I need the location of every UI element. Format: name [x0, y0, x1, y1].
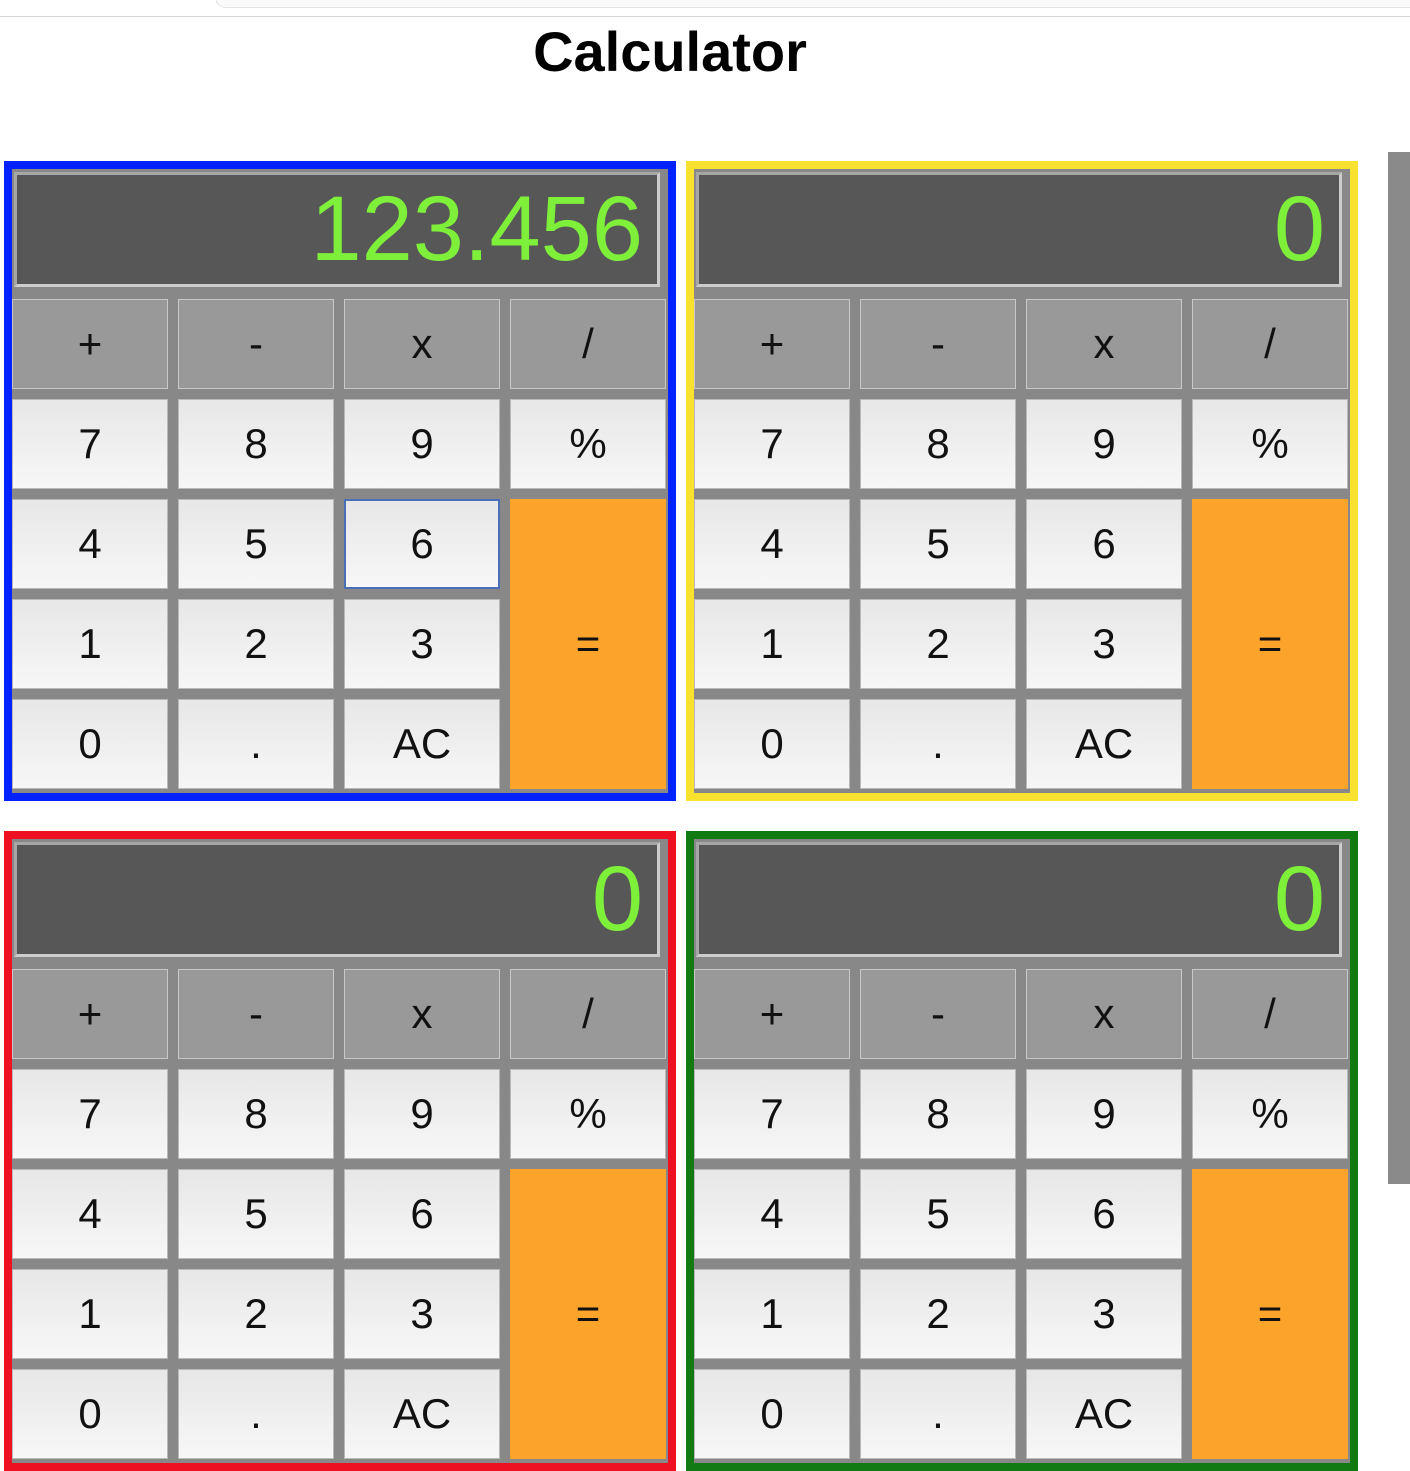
digit-3-button[interactable]: 3	[1026, 1269, 1182, 1359]
clear-button[interactable]: AC	[344, 1369, 500, 1459]
digit-9-button[interactable]: 9	[344, 399, 500, 489]
digit-0-button[interactable]: 0	[694, 699, 850, 789]
digit-5-button[interactable]: 5	[178, 499, 334, 589]
calculator-green: 0 + - x / 7 8 9 % 4 5 6 = 1 2 3 0 . AC	[686, 831, 1358, 1471]
keypad: + - x / 7 8 9 % 4 5 6 = 1 2 3 0 . AC	[694, 299, 1350, 793]
digit-4-button[interactable]: 4	[12, 499, 168, 589]
digit-0-button[interactable]: 0	[12, 699, 168, 789]
digit-8-button[interactable]: 8	[178, 399, 334, 489]
plus-button[interactable]: +	[694, 299, 850, 389]
address-bar[interactable]	[215, 0, 1410, 8]
digit-6-button[interactable]: 6	[1026, 499, 1182, 589]
equals-button[interactable]: =	[510, 1169, 666, 1459]
digit-6-button[interactable]: 6	[1026, 1169, 1182, 1259]
digit-2-button[interactable]: 2	[178, 599, 334, 689]
equals-button[interactable]: =	[1192, 499, 1348, 789]
digit-6-button[interactable]: 6	[344, 1169, 500, 1259]
digit-2-button[interactable]: 2	[860, 1269, 1016, 1359]
digit-5-button[interactable]: 5	[178, 1169, 334, 1259]
digit-1-button[interactable]: 1	[12, 1269, 168, 1359]
digit-0-button[interactable]: 0	[694, 1369, 850, 1459]
percent-button[interactable]: %	[510, 1069, 666, 1159]
multiply-button[interactable]: x	[1026, 299, 1182, 389]
minus-button[interactable]: -	[178, 299, 334, 389]
digit-3-button[interactable]: 3	[344, 1269, 500, 1359]
clear-button[interactable]: AC	[1026, 1369, 1182, 1459]
page-title: Calculator	[533, 20, 807, 83]
calculator-display: 123.456	[14, 172, 660, 287]
digit-1-button[interactable]: 1	[694, 599, 850, 689]
multiply-button[interactable]: x	[344, 969, 500, 1059]
minus-button[interactable]: -	[860, 299, 1016, 389]
minus-button[interactable]: -	[860, 969, 1016, 1059]
keypad: + - x / 7 8 9 % 4 5 6 = 1 2 3 0 . AC	[12, 299, 668, 793]
digit-7-button[interactable]: 7	[12, 399, 168, 489]
calculator-display: 0	[696, 172, 1342, 287]
digit-8-button[interactable]: 8	[860, 399, 1016, 489]
digit-5-button[interactable]: 5	[860, 1169, 1016, 1259]
keypad: + - x / 7 8 9 % 4 5 6 = 1 2 3 0 . AC	[694, 969, 1350, 1463]
multiply-button[interactable]: x	[344, 299, 500, 389]
minus-button[interactable]: -	[178, 969, 334, 1059]
digit-9-button[interactable]: 9	[1026, 399, 1182, 489]
calculator-blue: 123.456 + - x / 7 8 9 % 4 5 6 = 1 2 3 0 …	[4, 161, 676, 801]
keypad: + - x / 7 8 9 % 4 5 6 = 1 2 3 0 . AC	[12, 969, 668, 1463]
decimal-button[interactable]: .	[178, 1369, 334, 1459]
digit-9-button[interactable]: 9	[1026, 1069, 1182, 1159]
divide-button[interactable]: /	[510, 969, 666, 1059]
calculator-display: 0	[14, 842, 660, 957]
percent-button[interactable]: %	[1192, 1069, 1348, 1159]
calculator-yellow: 0 + - x / 7 8 9 % 4 5 6 = 1 2 3 0 . AC	[686, 161, 1358, 801]
digit-0-button[interactable]: 0	[12, 1369, 168, 1459]
digit-8-button[interactable]: 8	[178, 1069, 334, 1159]
calculator-red: 0 + - x / 7 8 9 % 4 5 6 = 1 2 3 0 . AC	[4, 831, 676, 1471]
divide-button[interactable]: /	[1192, 299, 1348, 389]
browser-top-bar	[0, 0, 1410, 17]
digit-7-button[interactable]: 7	[694, 399, 850, 489]
equals-button[interactable]: =	[1192, 1169, 1348, 1459]
percent-button[interactable]: %	[510, 399, 666, 489]
digit-1-button[interactable]: 1	[12, 599, 168, 689]
equals-button[interactable]: =	[510, 499, 666, 789]
clear-button[interactable]: AC	[1026, 699, 1182, 789]
decimal-button[interactable]: .	[860, 699, 1016, 789]
digit-4-button[interactable]: 4	[694, 499, 850, 589]
digit-7-button[interactable]: 7	[694, 1069, 850, 1159]
divide-button[interactable]: /	[510, 299, 666, 389]
digit-8-button[interactable]: 8	[860, 1069, 1016, 1159]
digit-2-button[interactable]: 2	[860, 599, 1016, 689]
digit-6-button[interactable]: 6	[344, 499, 500, 589]
digit-5-button[interactable]: 5	[860, 499, 1016, 589]
digit-4-button[interactable]: 4	[12, 1169, 168, 1259]
digit-4-button[interactable]: 4	[694, 1169, 850, 1259]
plus-button[interactable]: +	[12, 299, 168, 389]
clear-button[interactable]: AC	[344, 699, 500, 789]
decimal-button[interactable]: .	[860, 1369, 1016, 1459]
decimal-button[interactable]: .	[178, 699, 334, 789]
divide-button[interactable]: /	[1192, 969, 1348, 1059]
digit-3-button[interactable]: 3	[1026, 599, 1182, 689]
digit-2-button[interactable]: 2	[178, 1269, 334, 1359]
digit-7-button[interactable]: 7	[12, 1069, 168, 1159]
calculator-display: 0	[696, 842, 1342, 957]
digit-1-button[interactable]: 1	[694, 1269, 850, 1359]
digit-9-button[interactable]: 9	[344, 1069, 500, 1159]
digit-3-button[interactable]: 3	[344, 599, 500, 689]
multiply-button[interactable]: x	[1026, 969, 1182, 1059]
percent-button[interactable]: %	[1192, 399, 1348, 489]
plus-button[interactable]: +	[694, 969, 850, 1059]
scrollbar[interactable]	[1388, 152, 1410, 1184]
plus-button[interactable]: +	[12, 969, 168, 1059]
